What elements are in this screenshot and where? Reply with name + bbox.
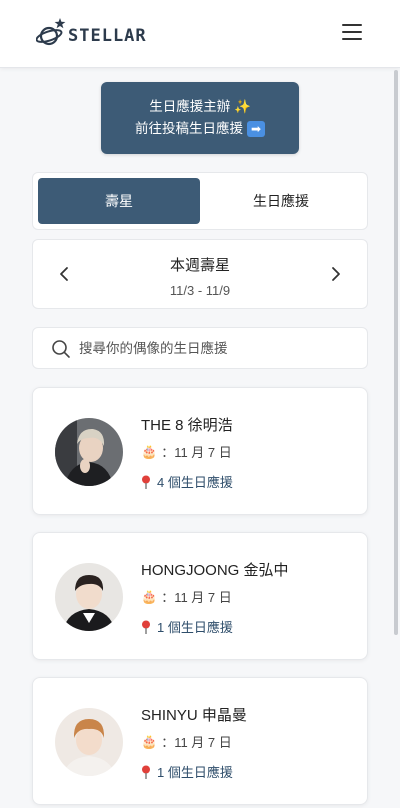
location-pin-icon [142, 620, 150, 634]
logo-text: STELLAR [68, 26, 147, 46]
tab-birthday-support[interactable]: 生日應援 [200, 178, 362, 224]
birthday-date: ：11 月 7 日 [161, 590, 232, 605]
birthday-date: ：11 月 7 日 [161, 735, 232, 750]
week-range: 11/3 - 11/9 [169, 283, 231, 298]
avatar [55, 708, 123, 776]
app-header: STELLAR [0, 0, 400, 68]
cta-line-1: 生日應援主辦 ✨ [149, 99, 251, 114]
location-pin-icon [142, 475, 150, 489]
idol-name: SHINYU 申晶曼 [141, 707, 247, 724]
tab-bar: 壽星 生日應援 [32, 172, 368, 230]
location-pin-icon [142, 765, 150, 779]
idol-card[interactable]: THE 8 徐明浩 🎂 ：11 月 7 日 4 個生日應援 [32, 387, 368, 515]
search-input[interactable] [79, 328, 359, 368]
avatar [55, 563, 123, 631]
birthday-cake-icon: 🎂 [141, 588, 158, 604]
hamburger-menu-icon[interactable] [342, 24, 364, 42]
support-count: 4 個生日應援 [157, 475, 233, 490]
search-bar [32, 327, 368, 369]
week-title: 本週壽星 [169, 257, 230, 274]
birthday-cake-icon: 🎂 [141, 733, 158, 749]
search-icon [52, 340, 70, 358]
chevron-right-icon[interactable] [327, 265, 345, 283]
tab-birthday-stars[interactable]: 壽星 [38, 178, 200, 224]
cta-line-2: 前往投稿生日應援 [135, 121, 243, 136]
idol-card[interactable]: SHINYU 申晶曼 🎂 ：11 月 7 日 1 個生日應援 [32, 677, 368, 805]
birthday-cake-icon: 🎂 [141, 443, 158, 459]
support-count: 1 個生日應援 [157, 765, 233, 780]
idol-card[interactable]: HONGJOONG 金弘中 🎂 ：11 月 7 日 1 個生日應援 [32, 532, 368, 660]
submit-birthday-support-button[interactable]: 生日應援主辦 ✨ 前往投稿生日應援 ➡ [101, 82, 299, 154]
support-count: 1 個生日應援 [157, 620, 233, 635]
birthday-date: ：11 月 7 日 [161, 445, 232, 460]
idol-name: THE 8 徐明浩 [141, 417, 233, 434]
week-selector: 本週壽星 11/3 - 11/9 [32, 239, 368, 309]
scrollbar[interactable] [394, 70, 398, 635]
avatar [55, 418, 123, 486]
arrow-right-icon: ➡ [247, 121, 265, 137]
planet-logo-icon [36, 18, 66, 46]
idol-name: HONGJOONG 金弘中 [141, 562, 289, 579]
